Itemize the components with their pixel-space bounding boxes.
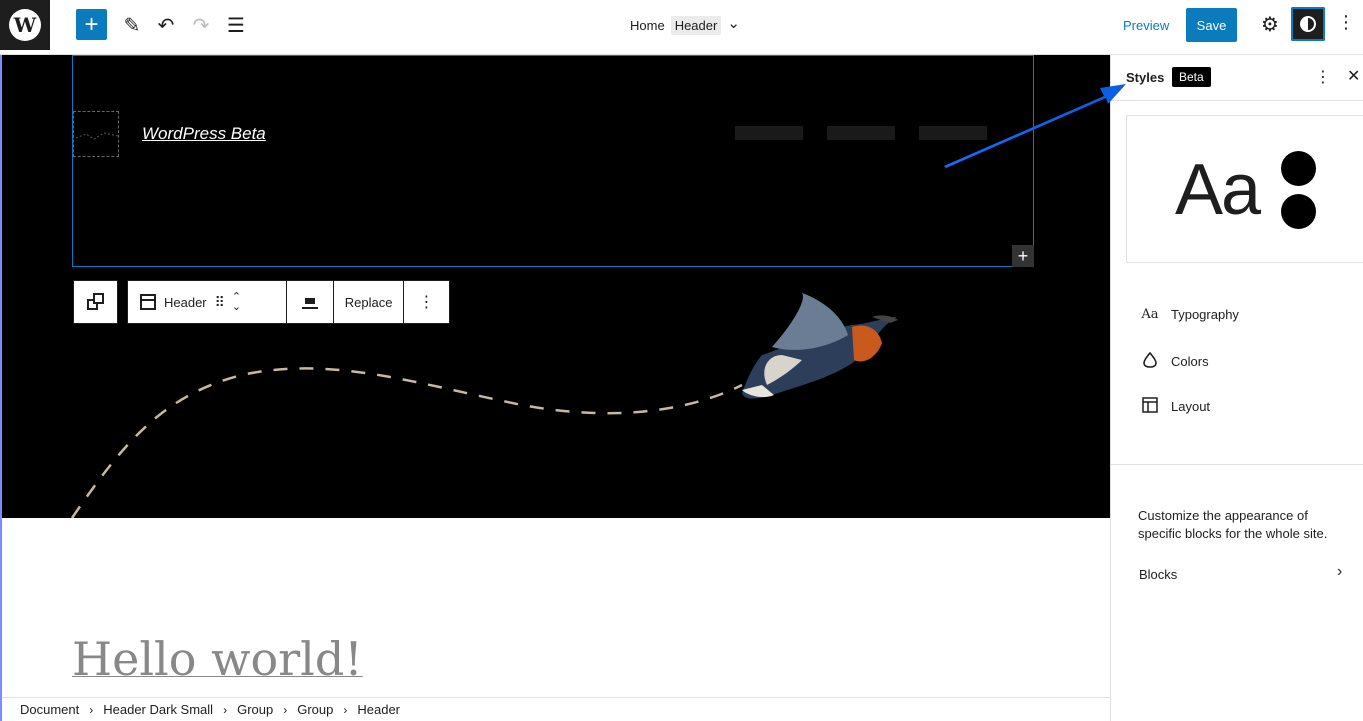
chevron-right-icon: ›: [89, 702, 94, 717]
layout-icon: [1141, 397, 1159, 416]
blocks-description: Customize the appearance of specific blo…: [1138, 508, 1328, 541]
block-toolbar: Header ⠿ ⌃ ⌄ Replace ⋮: [127, 280, 450, 324]
chevron-right-icon[interactable]: ›: [1337, 563, 1342, 581]
chevron-right-icon: ›: [343, 702, 348, 717]
styles-sidebar: Styles Beta ⋮ ✕ Aa Aa Typography Colors …: [1110, 55, 1363, 721]
sidebar-item-colors[interactable]: Colors: [1141, 351, 1209, 371]
template-part-badge: Header: [670, 16, 722, 35]
breadcrumb-item[interactable]: Document: [20, 702, 79, 717]
sidebar-header: Styles Beta ⋮ ✕: [1111, 55, 1363, 101]
replace-button[interactable]: Replace: [334, 281, 405, 323]
chevron-right-icon: ›: [283, 702, 288, 717]
editor-topbar: W + ✎ ↶ ↷ ☰ Home Header ⌄ Preview Save ⚙…: [0, 0, 1363, 55]
undo-icon: ↶: [157, 14, 175, 37]
redo-button[interactable]: ↷: [185, 9, 217, 41]
sidebar-divider: [1111, 464, 1363, 465]
drag-handle-icon[interactable]: ⠿: [215, 295, 225, 309]
more-options-button[interactable]: ⋮: [1336, 12, 1356, 38]
block-type-label[interactable]: Header: [164, 295, 207, 310]
post-title-link[interactable]: Hello world!: [72, 632, 363, 686]
chevron-right-icon: ›: [223, 702, 228, 717]
replace-label: Replace: [344, 294, 393, 310]
breadcrumb-item[interactable]: Header: [357, 702, 400, 717]
align-button[interactable]: [287, 281, 335, 323]
parent-block-icon: [86, 293, 105, 311]
save-button[interactable]: Save: [1186, 8, 1237, 42]
kebab-icon: ⋮: [418, 294, 435, 311]
document-title: Home: [630, 18, 665, 33]
undo-button[interactable]: ↶: [150, 9, 182, 41]
chevron-down-icon: ⌄: [727, 14, 740, 32]
block-breadcrumb: Document › Header Dark Small › Group › G…: [2, 697, 1110, 721]
breadcrumb-item[interactable]: Group: [237, 702, 273, 717]
breadcrumb-item[interactable]: Group: [297, 702, 333, 717]
wordpress-logo-button[interactable]: W: [0, 0, 50, 50]
style-preview-card: Aa: [1126, 115, 1363, 263]
block-options-button[interactable]: ⋮: [404, 281, 449, 323]
typography-icon: Aa: [1141, 307, 1159, 322]
kebab-icon: ⋮: [1337, 12, 1355, 32]
sidebar-title: Styles: [1126, 70, 1165, 85]
preview-button[interactable]: Preview: [1123, 18, 1169, 33]
color-swatch-primary: [1281, 151, 1316, 186]
block-mover: ⌃ ⌄: [232, 292, 241, 313]
pencil-icon: ✎: [123, 14, 141, 37]
styles-toggle-button[interactable]: [1291, 7, 1325, 41]
document-title-dropdown[interactable]: Home Header ⌄: [630, 14, 740, 35]
contrast-icon: [1300, 16, 1316, 32]
color-swatch-secondary: [1281, 194, 1316, 229]
sidebar-item-label: Layout: [1171, 399, 1211, 414]
sidebar-item-layout[interactable]: Layout: [1141, 397, 1210, 416]
breadcrumb-item[interactable]: Header Dark Small: [103, 702, 213, 717]
redo-icon: ↷: [192, 14, 210, 37]
gear-icon: ⚙: [1261, 13, 1279, 36]
close-icon[interactable]: ✕: [1347, 66, 1360, 86]
bird-illustration: [742, 293, 898, 399]
sidebar-item-typography[interactable]: Aa Typography: [1141, 307, 1239, 322]
droplet-icon: [1141, 351, 1159, 371]
beta-badge: Beta: [1172, 67, 1211, 87]
align-icon: [302, 295, 319, 309]
wordpress-icon: W: [9, 9, 41, 41]
list-view-icon: ☰: [227, 14, 245, 37]
select-parent-button[interactable]: [73, 280, 118, 324]
edit-tool-button[interactable]: ✎: [116, 9, 148, 41]
block-inserter-button[interactable]: +: [76, 9, 107, 40]
editor-canvas[interactable]: WordPress Beta + Header ⠿ ⌃ ⌄ Replace ⋮ …: [2, 55, 1110, 697]
sidebar-item-label: Colors: [1171, 354, 1209, 369]
sidebar-options-button[interactable]: ⋮: [1315, 67, 1331, 87]
move-down-button[interactable]: ⌄: [232, 302, 241, 313]
sidebar-item-label: Typography: [1171, 307, 1239, 322]
blocks-nav-button[interactable]: Blocks: [1139, 567, 1177, 582]
typography-preview: Aa: [1175, 150, 1261, 230]
template-part-icon[interactable]: [140, 294, 156, 310]
settings-button[interactable]: ⚙: [1256, 10, 1284, 38]
list-view-button[interactable]: ☰: [220, 9, 252, 41]
